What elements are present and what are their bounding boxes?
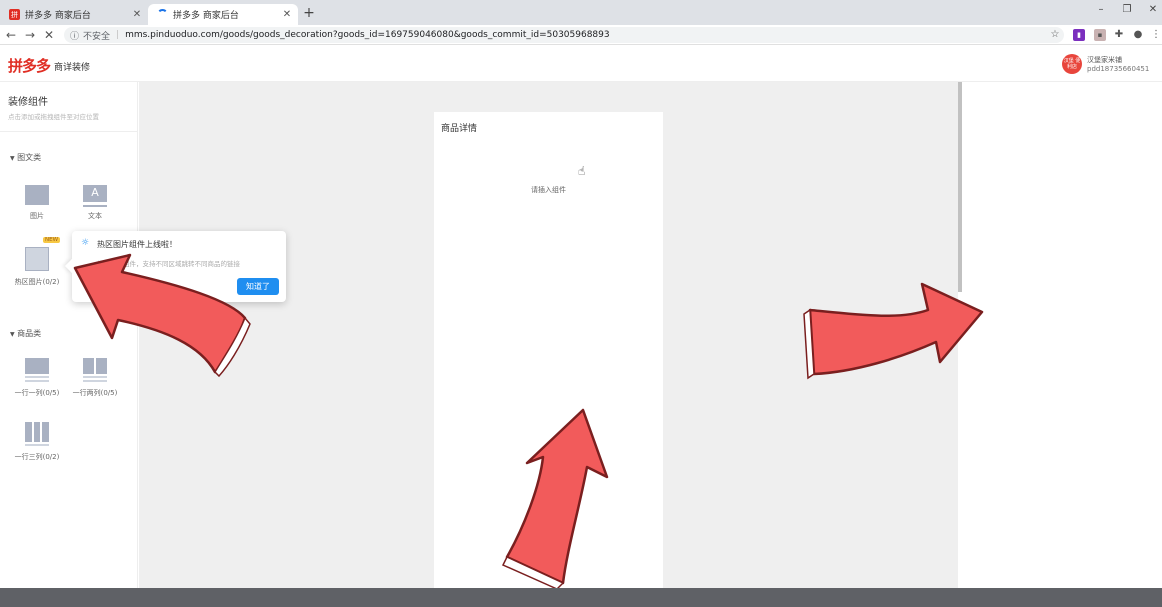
component-three-column[interactable]: 一行三列(0/2) <box>12 422 62 462</box>
hotspot-image-icon <box>25 247 49 271</box>
one-column-icon <box>25 358 49 374</box>
up-arrow-annotation-icon <box>501 408 609 590</box>
empty-hint: 请插入组件 <box>531 186 566 194</box>
component-label: 文本 <box>88 212 102 220</box>
puzzle-extensions-icon[interactable]: ✚ <box>1113 29 1125 41</box>
component-label: 图片 <box>30 212 44 220</box>
loading-spinner-icon <box>157 9 168 20</box>
component-hotspot-image[interactable]: 热区图片(0/2) <box>12 247 62 287</box>
caret-down-icon: ▼ <box>10 155 15 162</box>
hand-cursor-icon: ☝ <box>578 164 586 178</box>
browser-tabstrip: 拼 拼多多 商家后台 ✕ 拼多多 商家后台 ✕ + – ❐ ✕ <box>0 0 1162 25</box>
component-image[interactable]: 图片 <box>12 185 62 221</box>
browser-tab-2[interactable]: 拼多多 商家后台 ✕ <box>148 4 298 25</box>
separator: | <box>116 30 120 40</box>
profile-icon[interactable]: ● <box>1132 29 1144 41</box>
shop-name[interactable]: 汉堡家米铺 <box>1087 55 1122 65</box>
tab-close-icon[interactable]: ✕ <box>130 9 144 20</box>
divider <box>0 131 138 132</box>
component-label: 一行一列(0/5) <box>14 389 60 397</box>
line-decor <box>25 376 49 378</box>
window-close-icon[interactable]: ✕ <box>1138 4 1162 15</box>
bookmark-star-icon[interactable]: ☆ <box>1049 29 1061 41</box>
properties-panel <box>962 82 1162 588</box>
line-decor <box>83 380 107 382</box>
section-title-graphic[interactable]: ▼ 图文类 <box>10 152 41 163</box>
insecure-label: 不安全 <box>83 31 111 42</box>
browser-toolbar: ← → ✕ ⓘ 不安全 | mms.pinduoduo.com/goods/go… <box>0 25 1162 45</box>
address-bar[interactable]: ⓘ 不安全 | mms.pinduoduo.com/goods/goods_de… <box>64 27 1064 43</box>
stop-loading-icon[interactable]: ✕ <box>41 26 57 44</box>
sidebar-title: 装修组件 <box>8 97 48 108</box>
menu-dots-icon[interactable]: ⋮ <box>1150 29 1162 41</box>
forward-icon[interactable]: → <box>22 26 38 44</box>
line-decor <box>25 444 49 446</box>
info-icon[interactable]: ⓘ <box>70 29 79 42</box>
component-label: 一行两列(0/5) <box>72 389 118 397</box>
extension-icon[interactable]: ▪ <box>1094 29 1106 41</box>
page-subtitle: 商详装修 <box>54 63 91 73</box>
back-icon[interactable]: ← <box>3 26 19 44</box>
shop-id: pdd18735660451 <box>1087 65 1150 73</box>
three-column-icon <box>25 422 50 442</box>
new-badge: NEW <box>43 237 61 243</box>
new-tab-icon[interactable]: + <box>300 4 318 22</box>
phone-title: 商品详情 <box>441 124 478 134</box>
lightbulb-icon: ☼ <box>81 238 90 248</box>
tab-close-icon[interactable]: ✕ <box>280 9 294 20</box>
image-icon <box>25 185 49 205</box>
component-one-column[interactable]: 一行一列(0/5) <box>12 358 62 398</box>
line-decor <box>25 380 49 382</box>
extension-icon[interactable]: ▮ <box>1073 29 1085 41</box>
pinduoduo-logo[interactable]: 拼多多 <box>8 55 51 76</box>
component-text[interactable]: A 文本 <box>70 185 120 221</box>
browser-tab-1[interactable]: 拼 拼多多 商家后台 ✕ <box>0 4 148 25</box>
component-label: 热区图片(0/2) <box>14 278 60 286</box>
right-arrow-annotation-icon <box>803 282 984 380</box>
left-arrow-annotation-icon <box>73 253 251 378</box>
tab-title: 拼多多 商家后台 <box>25 11 91 21</box>
avatar[interactable]: 汉堡 便利店 <box>1062 54 1082 74</box>
tab-title: 拼多多 商家后台 <box>173 11 239 21</box>
url-text: mms.pinduoduo.com/goods/goods_decoration… <box>125 30 610 40</box>
popover-title: 热区图片组件上线啦！ <box>97 240 177 249</box>
pinduoduo-favicon-icon: 拼 <box>9 9 20 20</box>
section-title-goods[interactable]: ▼ 商品类 <box>10 328 41 339</box>
sidebar-hint: 点击添加或拖拽组件至对应位置 <box>8 113 99 121</box>
component-label: 一行三列(0/2) <box>14 453 60 461</box>
app-header: 拼多多 商详装修 汉堡 便利店 汉堡家米铺 pdd18735660451 <box>0 46 1162 82</box>
caret-down-icon: ▼ <box>10 331 15 338</box>
text-icon: A <box>83 185 107 205</box>
bottom-overlay-bar <box>0 588 1162 607</box>
